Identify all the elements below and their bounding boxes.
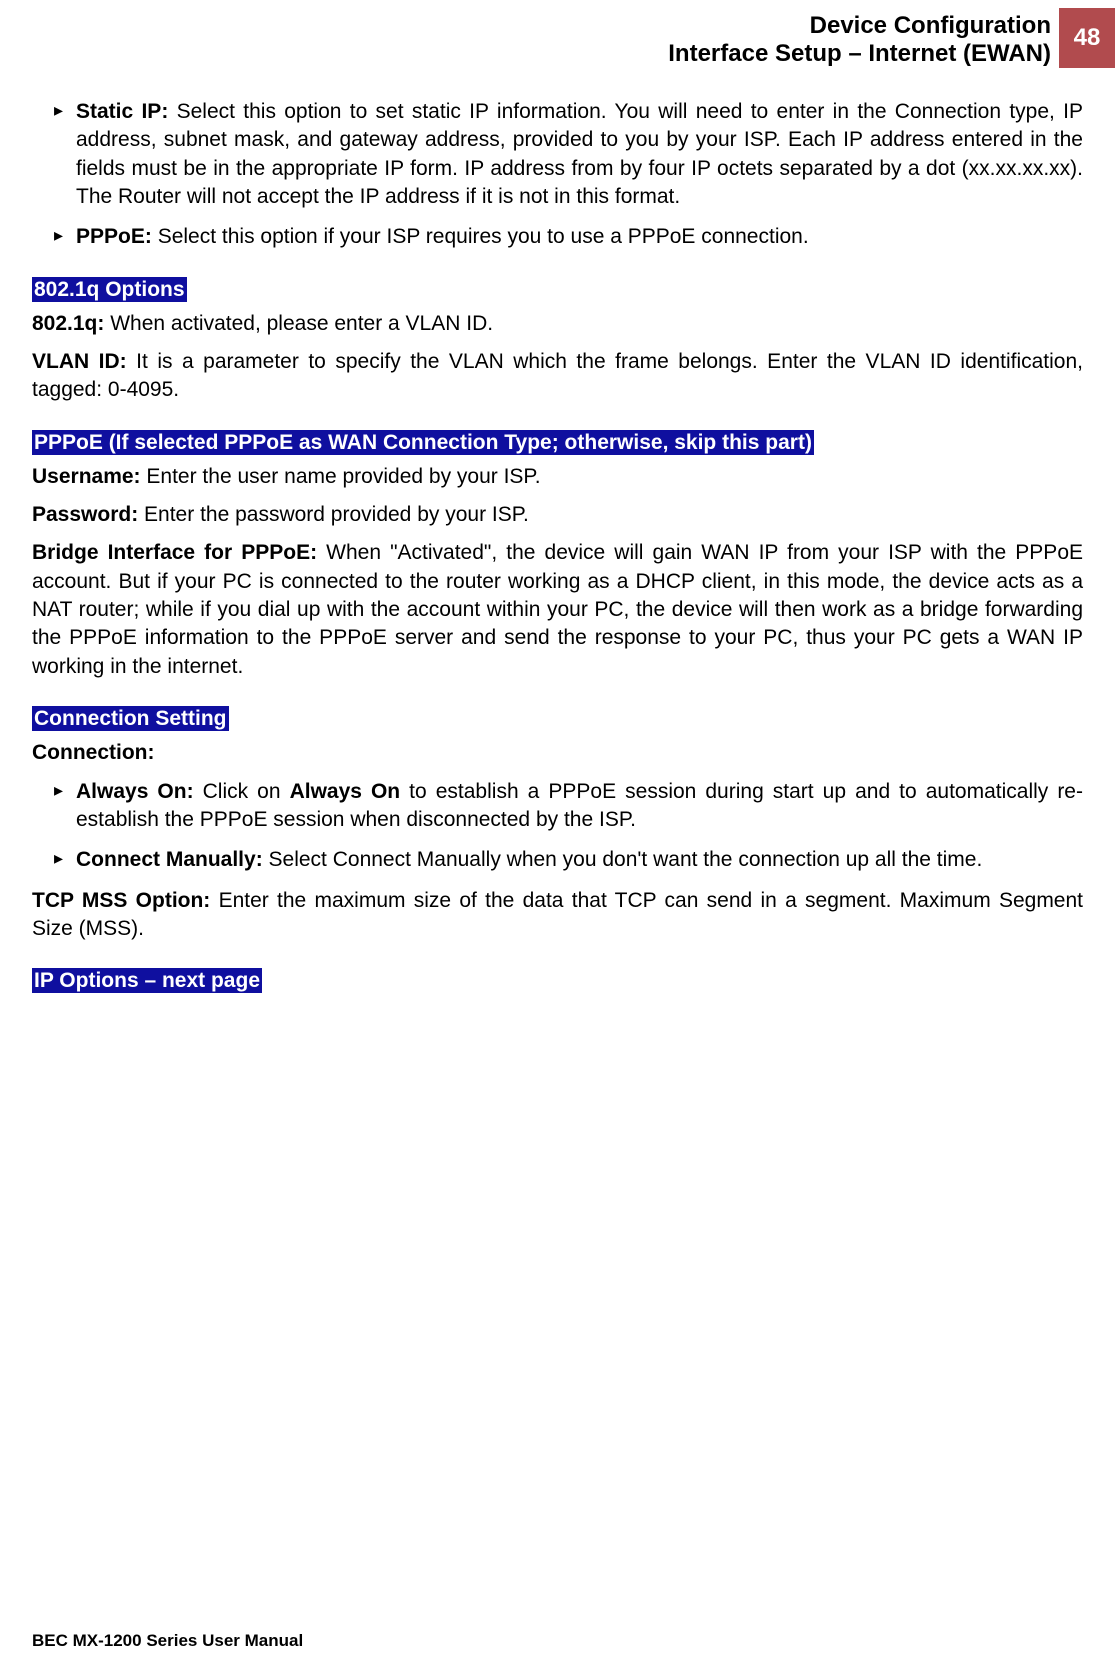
header-title-block: Device Configuration Interface Setup – I… (668, 8, 1059, 68)
content-area: Static IP: Select this option to set sta… (0, 68, 1115, 993)
header-title-line2: Interface Setup – Internet (EWAN) (668, 40, 1051, 68)
text-username: Enter the user name provided by your ISP… (141, 465, 541, 488)
p-username: Username: Enter the user name provided b… (32, 463, 1083, 491)
section-ip-options-heading-wrapper: IP Options – next page (32, 969, 1083, 993)
p-bridge-interface: Bridge Interface for PPPoE: When "Activa… (32, 539, 1083, 681)
page-header: Device Configuration Interface Setup – I… (0, 0, 1115, 68)
term-connection: Connection: (32, 741, 154, 764)
bullet-text: Select this option if your ISP requires … (152, 225, 809, 248)
bullet-term2: Always On (290, 780, 401, 803)
section-ip-options-heading: IP Options – next page (32, 968, 262, 993)
p-8021q: 802.1q: When activated, please enter a V… (32, 310, 1083, 338)
section-8021q-heading: 802.1q Options (32, 277, 187, 302)
term-tcp-mss: TCP MSS Option: (32, 889, 210, 912)
page-number-box: 48 (1059, 8, 1115, 68)
section-connection-heading-wrapper: Connection Setting (32, 707, 1083, 731)
term-vlan-id: VLAN ID: (32, 350, 127, 373)
bullet-always-on: Always On: Click on Always On to establi… (54, 778, 1083, 835)
footer-text: BEC MX-1200 Series User Manual (32, 1631, 303, 1651)
term-password: Password: (32, 503, 138, 526)
connection-bullet-list: Always On: Click on Always On to establi… (54, 778, 1083, 875)
bullet-text: Select Connect Manually when you don't w… (263, 848, 983, 871)
bullet-connect-manually: Connect Manually: Select Connect Manuall… (54, 846, 1083, 874)
page-number: 48 (1074, 24, 1101, 52)
section-connection-heading: Connection Setting (32, 706, 229, 731)
header-title-line1: Device Configuration (668, 12, 1051, 40)
text-vlan-id: It is a parameter to specify the VLAN wh… (32, 350, 1083, 401)
section-8021q-heading-wrapper: 802.1q Options (32, 278, 1083, 302)
bullet-static-ip: Static IP: Select this option to set sta… (54, 98, 1083, 211)
p-tcp-mss: TCP MSS Option: Enter the maximum size o… (32, 887, 1083, 944)
text-password: Enter the password provided by your ISP. (138, 503, 529, 526)
term-username: Username: (32, 465, 141, 488)
term-8021q: 802.1q: (32, 312, 104, 335)
bullet-text-pre: Click on (194, 780, 290, 803)
top-bullet-list: Static IP: Select this option to set sta… (54, 98, 1083, 252)
bullet-term: Connect Manually: (76, 848, 263, 871)
section-pppoe-heading: PPPoE (If selected PPPoE as WAN Connecti… (32, 430, 814, 455)
p-password: Password: Enter the password provided by… (32, 501, 1083, 529)
p-connection: Connection: (32, 739, 1083, 767)
bullet-term: Static IP: (76, 100, 168, 123)
bullet-text: Select this option to set static IP info… (76, 100, 1083, 208)
text-8021q: When activated, please enter a VLAN ID. (104, 312, 493, 335)
term-bridge-interface: Bridge Interface for PPPoE: (32, 541, 317, 564)
bullet-pppoe: PPPoE: Select this option if your ISP re… (54, 223, 1083, 251)
section-pppoe-heading-wrapper: PPPoE (If selected PPPoE as WAN Connecti… (32, 431, 1083, 455)
bullet-term: Always On: (76, 780, 194, 803)
p-vlan-id: VLAN ID: It is a parameter to specify th… (32, 348, 1083, 405)
bullet-term: PPPoE: (76, 225, 152, 248)
